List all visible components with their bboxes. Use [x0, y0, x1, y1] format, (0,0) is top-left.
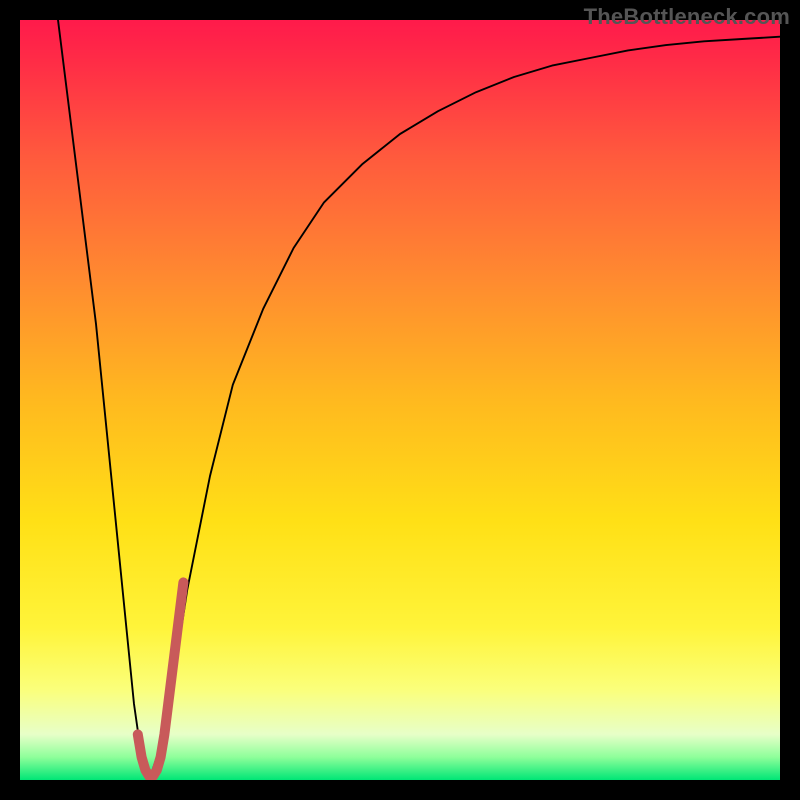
highlight-marker — [138, 582, 184, 776]
bottleneck-curve — [58, 20, 780, 780]
chart-frame: TheBottleneck.com — [0, 0, 800, 800]
watermark-text: TheBottleneck.com — [584, 4, 790, 30]
plot-area — [20, 20, 780, 780]
curve-layer — [20, 20, 780, 780]
